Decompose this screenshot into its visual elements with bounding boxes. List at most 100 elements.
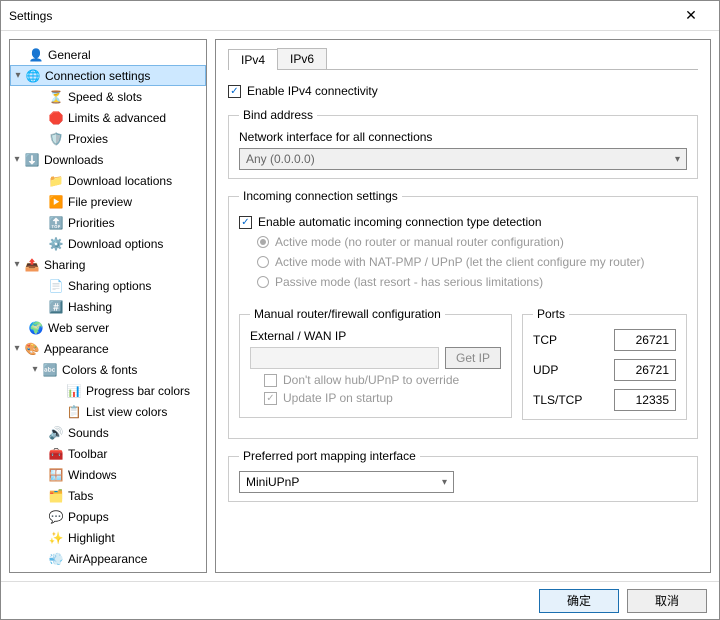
tree-item-sounds[interactable]: ·🔊Sounds: [10, 422, 206, 443]
manual-router-group: Manual router/firewall configuration Ext…: [239, 307, 512, 418]
checkbox-icon: ✓: [264, 392, 277, 405]
tree-item-dl-options[interactable]: ·⚙️Download options: [10, 233, 206, 254]
tree-item-proxies[interactable]: ·🛡️Proxies: [10, 128, 206, 149]
auto-detect-checkbox[interactable]: ✓ Enable automatic incoming connection t…: [239, 215, 687, 229]
sign-icon: 🛑: [48, 110, 64, 126]
radio-passive-mode: Passive mode (last resort - has serious …: [257, 275, 687, 289]
window-title: Settings: [9, 9, 671, 23]
tree-item-limits[interactable]: ·🛑Limits & advanced: [10, 107, 206, 128]
tree-item-file-preview[interactable]: ·▶️File preview: [10, 191, 206, 212]
manual-legend: Manual router/firewall configuration: [250, 307, 445, 321]
dialog-footer: 确定 取消: [1, 581, 719, 619]
tree-item-dl-locations[interactable]: ·📁Download locations: [10, 170, 206, 191]
tab-ipv4[interactable]: IPv4: [228, 49, 278, 70]
bind-interface-select[interactable]: Any (0.0.0.0) ▾: [239, 148, 687, 170]
tree-item-appearance[interactable]: ▾🎨Appearance: [10, 338, 206, 359]
wan-ip-input: [250, 347, 439, 369]
checkbox-icon: ✓: [239, 216, 252, 229]
popup-icon: 💬: [48, 509, 64, 525]
palette-icon: 🎨: [24, 341, 40, 357]
bind-legend: Bind address: [239, 108, 317, 122]
tree-item-downloads[interactable]: ▾⬇️Downloads: [10, 149, 206, 170]
list-icon: 📋: [66, 404, 82, 420]
ip-tabs: IPv4 IPv6: [228, 48, 698, 70]
radio-natpmp-label: Active mode with NAT-PMP / UPnP (let the…: [275, 255, 644, 269]
highlight-icon: ✨: [48, 530, 64, 546]
tree-item-colors-fonts[interactable]: ▾🔤Colors & fonts: [10, 359, 206, 380]
progress-icon: 📊: [66, 383, 82, 399]
tabs-icon: 🗂️: [48, 488, 64, 504]
tcp-label: TCP: [533, 333, 604, 347]
priority-icon: 🔝: [48, 215, 64, 231]
share-opt-icon: 📄: [48, 278, 64, 294]
download-icon: ⬇️: [24, 152, 40, 168]
tree-item-hashing[interactable]: ·#️⃣Hashing: [10, 296, 206, 317]
tree-item-sharing[interactable]: ▾📤Sharing: [10, 254, 206, 275]
tls-port-input[interactable]: 12335: [614, 389, 676, 411]
chevron-down-icon: ▾: [675, 154, 680, 165]
tree-item-connection[interactable]: ▾🌐Connection settings: [10, 65, 206, 86]
checkbox-icon: ✓: [228, 85, 241, 98]
tree-item-list-view[interactable]: ·📋List view colors: [10, 401, 206, 422]
udp-port-input[interactable]: 26721: [614, 359, 676, 381]
toolbar-icon: 🧰: [48, 446, 64, 462]
tree-item-popups[interactable]: ·💬Popups: [10, 506, 206, 527]
bind-address-group: Bind address Network interface for all c…: [228, 108, 698, 179]
tree-item-advanced[interactable]: ▾🔧Advanced: [10, 569, 206, 573]
checkbox-icon: [264, 374, 277, 387]
tree-item-progress-bar[interactable]: ·📊Progress bar colors: [10, 380, 206, 401]
settings-window: Settings ✕ ▶👤General ▾🌐Connection settin…: [0, 0, 720, 620]
ok-button[interactable]: 确定: [539, 589, 619, 613]
radio-natpmp-mode: Active mode with NAT-PMP / UPnP (let the…: [257, 255, 687, 269]
tree-item-air-appearance[interactable]: ·💨AirAppearance: [10, 548, 206, 569]
pref-legend: Preferred port mapping interface: [239, 449, 420, 463]
radio-active-mode: Active mode (no router or manual router …: [257, 235, 687, 249]
incoming-group: Incoming connection settings ✓ Enable au…: [228, 189, 698, 439]
share-icon: 📤: [24, 257, 40, 273]
tree-item-priorities[interactable]: ·🔝Priorities: [10, 212, 206, 233]
no-override-label: Don't allow hub/UPnP to override: [283, 373, 459, 387]
wan-ip-label: External / WAN IP: [250, 329, 501, 343]
titlebar: Settings ✕: [1, 1, 719, 31]
radio-active-label: Active mode (no router or manual router …: [275, 235, 564, 249]
port-mapping-select[interactable]: MiniUPnP ▾: [239, 471, 454, 493]
hash-icon: #️⃣: [48, 299, 64, 315]
update-startup-label: Update IP on startup: [283, 391, 393, 405]
ports-group: Ports TCP 26721 UDP 26721 TLS/TCP 12335: [522, 307, 687, 420]
cancel-button[interactable]: 取消: [627, 589, 707, 613]
enable-ipv4-label: Enable IPv4 connectivity: [247, 84, 378, 98]
options-icon: ⚙️: [48, 236, 64, 252]
tree-item-speed[interactable]: ·⏳Speed & slots: [10, 86, 206, 107]
tree-item-general[interactable]: ▶👤General: [10, 44, 206, 65]
content-panel: IPv4 IPv6 ✓ Enable IPv4 connectivity Bin…: [215, 39, 711, 573]
bind-value: Any (0.0.0.0): [246, 152, 315, 166]
tree-item-tabs[interactable]: ·🗂️Tabs: [10, 485, 206, 506]
tree-item-windows[interactable]: ·🪟Windows: [10, 464, 206, 485]
globe-icon: 🌐: [25, 68, 41, 84]
no-override-checkbox: Don't allow hub/UPnP to override: [264, 373, 501, 387]
chevron-down-icon: ▾: [442, 477, 447, 488]
sound-icon: 🔊: [48, 425, 64, 441]
update-startup-checkbox: ✓ Update IP on startup: [264, 391, 501, 405]
tab-ipv6[interactable]: IPv6: [277, 48, 327, 69]
radio-icon: [257, 236, 269, 248]
radio-icon: [257, 276, 269, 288]
web-icon: 🌍: [28, 320, 44, 336]
port-mapping-value: MiniUPnP: [246, 475, 299, 489]
tree-item-toolbar[interactable]: ·🧰Toolbar: [10, 443, 206, 464]
play-icon: ▶️: [48, 194, 64, 210]
proxy-icon: 🛡️: [48, 131, 64, 147]
incoming-legend: Incoming connection settings: [239, 189, 402, 203]
tree-item-highlight[interactable]: ·✨Highlight: [10, 527, 206, 548]
enable-ipv4-checkbox[interactable]: ✓ Enable IPv4 connectivity: [228, 84, 698, 98]
tree-item-webserver[interactable]: ·🌍Web server: [10, 317, 206, 338]
settings-tree[interactable]: ▶👤General ▾🌐Connection settings ·⏳Speed …: [9, 39, 207, 573]
tcp-port-input[interactable]: 26721: [614, 329, 676, 351]
close-button[interactable]: ✕: [671, 7, 711, 24]
tree-item-sharing-options[interactable]: ·📄Sharing options: [10, 275, 206, 296]
tls-label: TLS/TCP: [533, 393, 604, 407]
radio-passive-label: Passive mode (last resort - has serious …: [275, 275, 543, 289]
bind-label: Network interface for all connections: [239, 130, 687, 144]
window-icon: 🪟: [48, 467, 64, 483]
user-icon: 👤: [28, 47, 44, 63]
